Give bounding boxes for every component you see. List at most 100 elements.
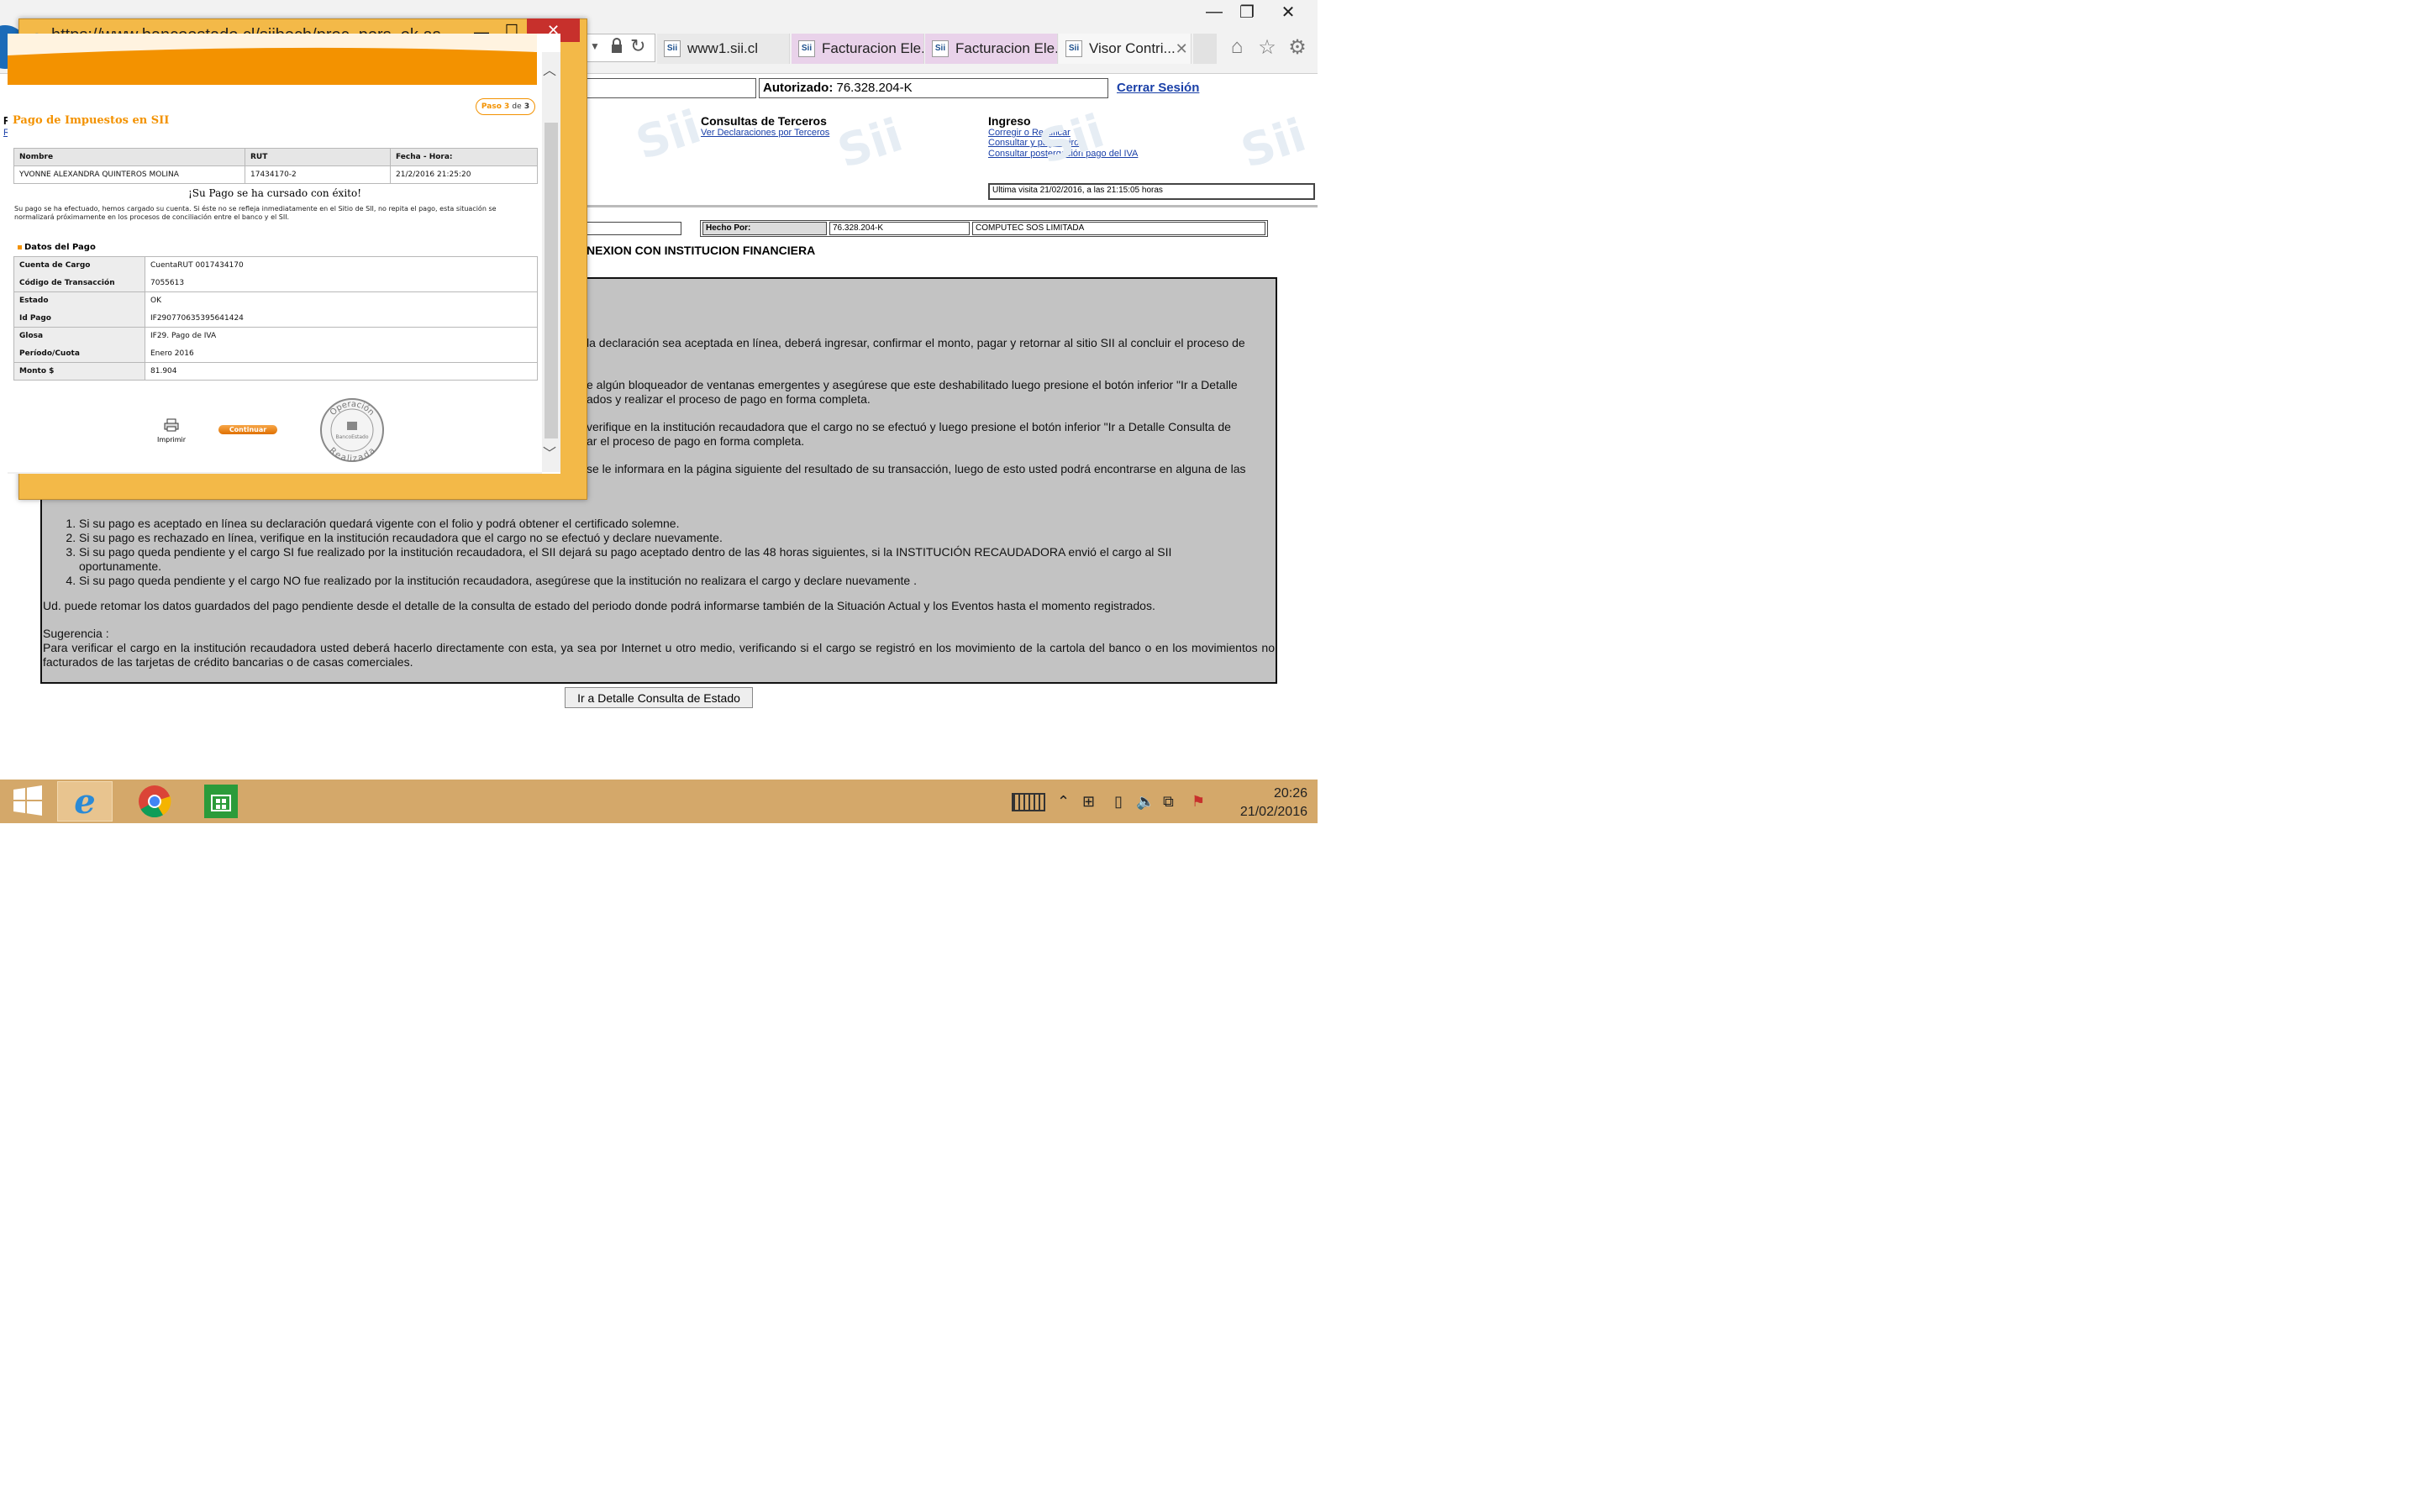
taskbar-ie-button[interactable]: e (57, 781, 113, 822)
store-icon (211, 795, 231, 811)
favorites-star-icon[interactable]: ☆ (1254, 34, 1281, 60)
operacion-realizada-stamp: Operación Realizada BancoEstado (320, 398, 384, 464)
ultima-visita-box: Ultima visita 21/02/2016, a las 21:15:05… (988, 183, 1315, 200)
payment-details-table: Cuenta de Cargo CuentaRUT 0017434170 Códi… (13, 256, 538, 381)
home-icon[interactable]: ⌂ (1223, 34, 1250, 60)
detail-value: 81.904 (145, 362, 538, 381)
tab-facturacion-1[interactable]: Sii Facturacion Ele... (792, 34, 924, 64)
detail-value: Enero 2016 (145, 344, 538, 363)
left-info-box (587, 222, 681, 235)
paragraph-informara: se le informara en la página siguiente d… (587, 462, 1246, 475)
list-item: Si su pago queda pendiente y el cargo NO… (79, 574, 1255, 588)
start-button[interactable] (12, 785, 44, 821)
flag-alert-icon[interactable]: ⚑ (1192, 793, 1205, 811)
hecho-por-name: COMPUTEC SOS LIMITADA (972, 222, 1265, 235)
new-tab-button[interactable] (1193, 34, 1217, 64)
detail-label: Id Pago (13, 309, 145, 328)
tab-label: Facturacion Ele... (822, 40, 924, 56)
network-icon[interactable]: ⧉ (1163, 793, 1174, 811)
paragraph-verifique-2: ar el proceso de pago en forma completa. (587, 434, 805, 448)
tab-visor[interactable]: Sii Visor Contri... ✕ (1059, 34, 1192, 64)
clock-time: 20:26 (1273, 786, 1307, 801)
nombre-value: YVONNE ALEXANDRA QUINTEROS MOLINA (13, 165, 245, 184)
svg-text:Sii: Sii (832, 108, 909, 178)
minimize-icon: — (1206, 2, 1223, 21)
rut-header: RUT (245, 148, 391, 166)
fecha-header: Fecha - Hora: (390, 148, 538, 166)
taskbar-chrome-button[interactable] (138, 785, 171, 822)
paragraph-bloqueador-1: e algún bloqueador de ventanas emergente… (587, 378, 1238, 391)
step-of: de (512, 102, 522, 111)
tab-label: www1.sii.cl (687, 40, 759, 56)
detail-value: OK (145, 291, 538, 310)
printer-icon (164, 418, 179, 432)
settings-gear-icon[interactable]: ⚙ (1284, 34, 1311, 60)
paragraph-bloqueador-2: ados y realizar el proceso de pago en fo… (587, 392, 871, 406)
imprimir-button[interactable]: Imprimir (150, 418, 192, 444)
scroll-down-icon[interactable]: ﹀ (543, 442, 556, 462)
continuar-button[interactable]: Continuar (218, 425, 277, 434)
step-label: Paso (481, 102, 502, 111)
dropdown-icon[interactable]: ▼ (590, 40, 600, 52)
detail-label: Cuenta de Cargo (13, 256, 145, 275)
detalle-consulta-button[interactable]: Ir a Detalle Consulta de Estado (565, 687, 753, 708)
step-current: 3 (504, 102, 510, 111)
stamp-center-text: BancoEstado (336, 434, 369, 440)
scroll-up-icon[interactable]: ︿ (543, 59, 556, 79)
header-divider (587, 205, 1318, 207)
result-list: Si su pago es aceptado en línea su decla… (79, 517, 1255, 588)
ultima-visita-text: Ultima visita 21/02/2016, a las 21:15:05… (992, 186, 1163, 195)
success-message: ¡Su Pago se ha cursado con éxito! (187, 187, 362, 199)
step-total: 3 (523, 102, 530, 111)
taskbar-store-button[interactable] (204, 785, 238, 818)
hecho-por-rut: 76.328.204-K (829, 222, 970, 235)
battery-icon[interactable]: ▯ (1114, 793, 1123, 811)
payer-table: Nombre RUT Fecha - Hora: YVONNE ALEXANDR… (13, 148, 538, 184)
detail-value: CuentaRUT 0017434170 (145, 256, 538, 275)
sugerencia-text: Para verificar el cargo en la institució… (43, 641, 1275, 669)
maximize-icon: ❐ (1239, 3, 1255, 22)
scroll-right-icon[interactable]: ❯ (514, 472, 525, 474)
list-item: Si su pago es rechazado en línea, verifi… (79, 531, 1255, 545)
tab-facturacion-2[interactable]: Sii Facturacion Ele... (925, 34, 1058, 64)
detail-label: Estado (13, 291, 145, 310)
volume-icon[interactable]: 🔈 (1136, 793, 1155, 811)
sii-watermark: Sii Sii Sii Sii (630, 100, 1313, 178)
sugerencia-title: Sugerencia : (43, 627, 109, 640)
detail-label: Período/Cuota (13, 344, 145, 363)
window-maximize-button[interactable]: ❐ (1228, 0, 1266, 24)
action-center-icon[interactable]: ⊞ (1082, 793, 1095, 811)
horizontal-scrollbar[interactable] (8, 472, 542, 474)
nombre-header: Nombre (13, 148, 245, 166)
windows-logo-icon (13, 785, 42, 816)
info-text: Su pago se ha efectuado, hemos cargado s… (14, 205, 497, 221)
show-hidden-icons-icon[interactable]: ⌃ (1057, 793, 1070, 811)
svg-text:Sii: Sii (1034, 104, 1111, 174)
clock-date: 21/02/2016 (1239, 805, 1307, 819)
refresh-icon[interactable]: ↻ (630, 35, 645, 57)
fecha-value: 21/2/2016 21:25:20 (390, 165, 538, 184)
list-item: Si su pago queda pendiente y el cargo SI… (79, 545, 1230, 574)
tab-label: Visor Contri... (1089, 40, 1176, 56)
sii-icon: Sii (1065, 40, 1082, 57)
list-item: Si su pago es aceptado en línea su decla… (79, 517, 1255, 531)
tab-close-icon[interactable]: ✕ (1176, 40, 1188, 58)
lock-icon[interactable] (610, 37, 623, 54)
popup-title: Pago de Impuestos en SII (13, 114, 170, 127)
paragraph-verifique-1: verifique en la institución recaudadora … (587, 420, 1231, 433)
detail-value: IF290770635395641424 (145, 309, 538, 328)
rut-value: 17434170-2 (245, 165, 391, 184)
tab-sii[interactable]: Sii www1.sii.cl (657, 34, 790, 64)
paragraph-aceptada: la declaración sea aceptada en línea, de… (587, 336, 1245, 349)
scroll-left-icon[interactable]: ❮ (19, 472, 30, 474)
clock[interactable]: 20:26 21/02/2016 (1223, 785, 1307, 822)
tab-label: Facturacion Ele... (955, 40, 1058, 56)
hecho-por-label: Hecho Por: (702, 222, 827, 235)
chrome-icon (139, 785, 171, 818)
sii-icon: Sii (798, 40, 815, 57)
keyboard-icon[interactable] (1012, 793, 1045, 811)
svg-text:Sii: Sii (1235, 108, 1313, 178)
scrollbar-thumb[interactable] (544, 123, 558, 438)
window-close-button[interactable]: ✕ (1269, 0, 1307, 24)
bullet-icon (18, 245, 22, 249)
